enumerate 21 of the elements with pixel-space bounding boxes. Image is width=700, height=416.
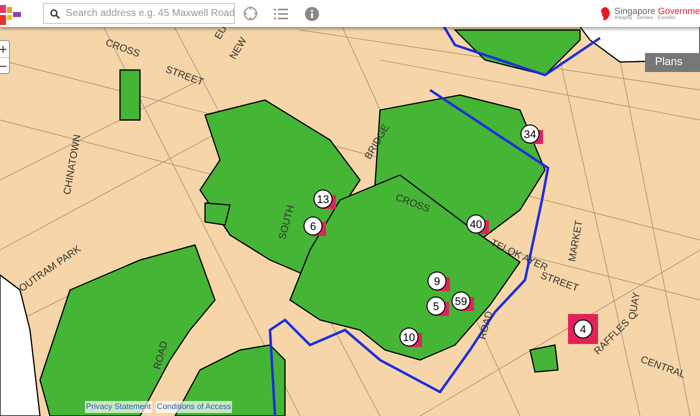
locate-icon[interactable] [243, 6, 258, 21]
government-name: Singapore Governme [614, 6, 700, 16]
search-icon [50, 8, 60, 18]
search-field[interactable]: Search address e.g. 45 Maxwell Road [43, 3, 235, 24]
lion-head-icon [600, 6, 612, 20]
street-label: ROAD [152, 340, 170, 371]
conditions-of-access-link[interactable]: Conditions of Access [156, 401, 232, 413]
numbered-marker[interactable]: 4 [568, 314, 598, 344]
street-label: CROSS [394, 192, 432, 215]
street-label: SOUTH [277, 204, 297, 241]
street-label: ROAD [477, 310, 496, 341]
plans-button[interactable]: Plans [645, 53, 700, 72]
zoom-in-button[interactable]: + [0, 41, 9, 57]
info-icon[interactable] [305, 6, 319, 20]
street-label: MARKET [567, 220, 586, 263]
street-label: CROSS [104, 37, 142, 60]
zoom-out-button[interactable]: − [0, 57, 9, 73]
list-icon[interactable] [274, 8, 288, 20]
street-label: CHINATOWN [62, 134, 84, 196]
privacy-statement-link[interactable]: Privacy Statement [85, 401, 152, 413]
street-label: QUAY [627, 291, 643, 321]
